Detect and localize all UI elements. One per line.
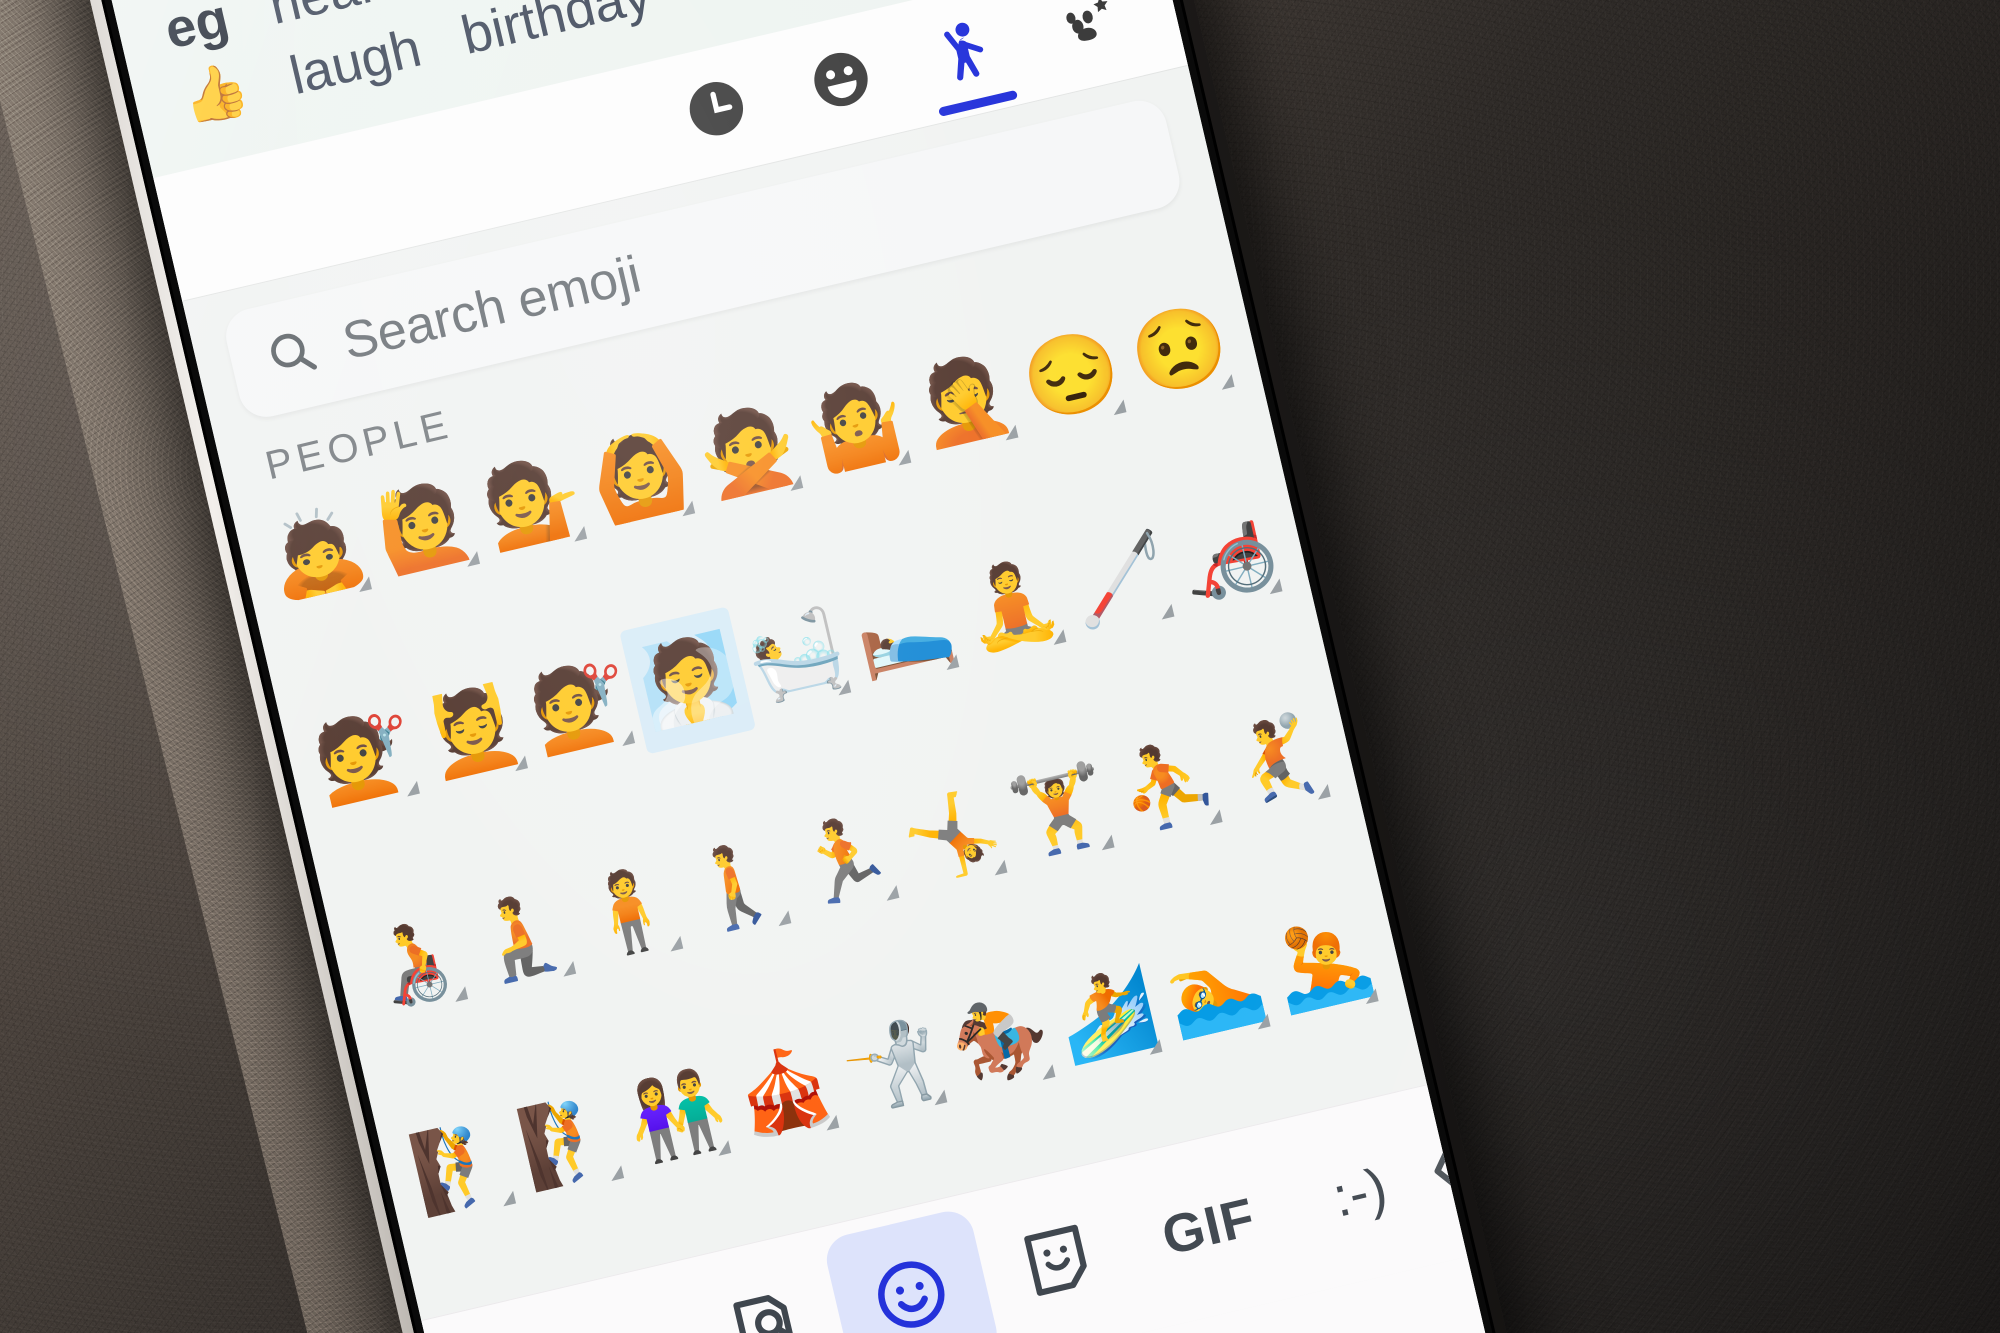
emoticon-key[interactable]: :-) — [1279, 1143, 1440, 1241]
person-icon — [927, 11, 1005, 93]
emoji-face-icon — [864, 1247, 959, 1333]
suggestion-fish-emoji[interactable]: 🐟 — [685, 0, 765, 13]
gif-key[interactable]: GIF — [1124, 1178, 1294, 1275]
suggestion-birthday[interactable]: birthday — [455, 0, 657, 66]
sticker-icon — [1010, 1213, 1105, 1312]
search-key-icon — [718, 1281, 813, 1333]
sticker-key[interactable] — [968, 1172, 1148, 1333]
suggestion-thumbsup-emoji[interactable]: 👍 — [176, 56, 256, 133]
clock-icon — [678, 70, 756, 152]
paw-icon — [1052, 0, 1130, 64]
suggestion-label: eg — [159, 0, 235, 61]
abc-key[interactable]: ABC — [481, 1315, 701, 1333]
search-icon — [259, 320, 325, 390]
screenshot-stage: 🙆 × ✏️ eg heart 😍 arrow beach — [0, 0, 2000, 1333]
smiley-icon — [802, 41, 880, 123]
